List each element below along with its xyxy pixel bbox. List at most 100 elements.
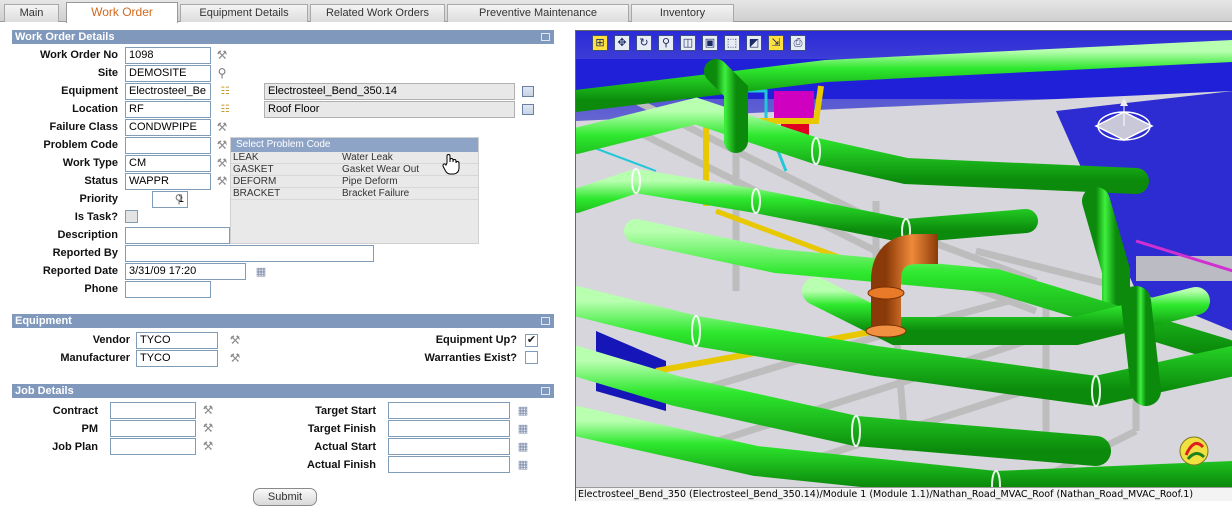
search-icon[interactable]: ⚲ <box>215 66 229 80</box>
view-cube-icon[interactable]: ◫ <box>680 35 696 51</box>
wrench-icon[interactable]: ⚒ <box>201 439 215 453</box>
tab-related-work-orders[interactable]: Related Work Orders <box>310 4 445 22</box>
calendar-icon[interactable]: ▦ <box>516 421 530 435</box>
warranties-exist-checkbox[interactable] <box>525 351 538 364</box>
problem-code-field[interactable] <box>125 137 211 154</box>
actual-start-label: Actual Start <box>314 441 376 453</box>
contract-label: Contract <box>52 405 98 417</box>
location-field[interactable]: RF <box>125 101 211 118</box>
dropdown-option[interactable]: DEFORM Pipe Deform <box>231 176 478 188</box>
print-icon[interactable]: ⎙ <box>790 35 806 51</box>
measure-icon[interactable]: ⇲ <box>768 35 784 51</box>
actual-finish-field[interactable] <box>388 456 510 473</box>
work-type-field[interactable]: CM <box>125 155 211 172</box>
actual-start-field[interactable] <box>388 438 510 455</box>
site-field[interactable]: DEMOSITE <box>125 65 211 82</box>
equipment-label: Equipment <box>61 85 118 97</box>
reported-date-label: Reported Date <box>42 265 118 277</box>
section-title: Equipment <box>15 315 72 327</box>
actual-finish-label: Actual Finish <box>306 459 376 471</box>
vendor-label: Vendor <box>92 334 130 346</box>
calendar-icon[interactable]: ▦ <box>516 457 530 471</box>
target-start-field[interactable] <box>388 402 510 419</box>
submit-button[interactable]: Submit <box>253 488 317 506</box>
is-task-checkbox[interactable] <box>125 210 138 223</box>
site-label: Site <box>97 67 118 79</box>
zoom-icon[interactable]: ⚲ <box>658 35 674 51</box>
hand-cursor-icon <box>442 154 460 175</box>
dropdown-option[interactable]: BRACKET Bracket Failure <box>231 188 478 200</box>
work-order-details-header: Work Order Details <box>12 30 554 44</box>
wrench-icon[interactable]: ⚒ <box>215 120 229 134</box>
equipment-section-header: Equipment <box>12 314 554 328</box>
location-label: Location <box>72 103 118 115</box>
target-finish-field[interactable] <box>388 420 510 437</box>
hierarchy-icon[interactable]: ☷ <box>218 102 232 116</box>
warranties-exist-label: Warranties Exist? <box>424 352 517 364</box>
manufacturer-field[interactable]: TYCO <box>136 350 218 367</box>
reported-by-field[interactable] <box>125 245 374 262</box>
wrench-icon[interactable]: ⚒ <box>215 138 229 152</box>
pm-field[interactable] <box>110 420 196 437</box>
viewer-status-bar: Electrosteel_Bend_350 (Electrosteel_Bend… <box>576 487 1232 501</box>
section-title: Job Details <box>15 385 74 397</box>
description-label: Description <box>57 229 118 241</box>
job-details-header: Job Details <box>12 384 554 398</box>
job-plan-label: Job Plan <box>52 441 98 453</box>
dropdown-title: Select Problem Code <box>231 138 478 152</box>
pan-icon[interactable]: ✥ <box>614 35 630 51</box>
search-icon[interactable]: ⚲ <box>172 192 186 206</box>
equipment-description-field: Electrosteel_Bend_350.14 <box>264 83 515 100</box>
wrench-icon[interactable]: ⚒ <box>215 174 229 188</box>
vendor-field[interactable]: TYCO <box>136 332 218 349</box>
equipment-up-checkbox[interactable]: ✔ <box>525 334 538 347</box>
status-field[interactable]: WAPPR <box>125 173 211 190</box>
hierarchy-icon[interactable]: ☷ <box>218 84 232 98</box>
tab-preventive-maintenance[interactable]: Preventive Maintenance <box>447 4 629 22</box>
phone-label: Phone <box>84 283 118 295</box>
contract-field[interactable] <box>110 402 196 419</box>
target-start-label: Target Start <box>315 405 376 417</box>
tab-main[interactable]: Main <box>4 4 59 22</box>
failure-class-label: Failure Class <box>49 121 118 133</box>
collapse-icon[interactable] <box>541 317 550 325</box>
section-icon[interactable]: ◩ <box>746 35 762 51</box>
location-description-field: Roof Floor <box>264 101 515 118</box>
wrench-icon[interactable]: ⚒ <box>215 48 229 62</box>
wrench-icon[interactable]: ⚒ <box>228 333 242 347</box>
wrench-icon[interactable]: ⚒ <box>201 403 215 417</box>
is-task-label: Is Task? <box>74 211 118 223</box>
work-order-no-field[interactable]: 1098 <box>125 47 211 64</box>
problem-code-label: Problem Code <box>43 139 118 151</box>
work-order-no-label: Work Order No <box>39 49 118 61</box>
tab-inventory[interactable]: Inventory <box>631 4 734 22</box>
collapse-icon[interactable] <box>541 33 550 41</box>
wrench-icon[interactable]: ⚒ <box>201 421 215 435</box>
3d-viewer[interactable]: ⊞ ✥ ↻ ⚲ ◫ ▣ ⬚ ◩ ⇲ ⎙ Electrosteel_Bend_35… <box>575 30 1232 501</box>
priority-label: Priority <box>79 193 118 205</box>
failure-class-field[interactable]: CONDWPIPE <box>125 119 211 136</box>
tab-work-order[interactable]: Work Order <box>66 2 178 23</box>
fit-all-icon[interactable]: ⊞ <box>592 35 608 51</box>
calendar-icon[interactable]: ▦ <box>516 439 530 453</box>
select-icon[interactable]: ⬚ <box>724 35 740 51</box>
collapse-icon[interactable] <box>541 387 550 395</box>
long-description-icon[interactable] <box>522 86 534 97</box>
calendar-icon[interactable]: ▦ <box>516 403 530 417</box>
wrench-icon[interactable]: ⚒ <box>215 156 229 170</box>
equipment-field[interactable]: Electrosteel_Be <box>125 83 211 100</box>
manufacturer-label: Manufacturer <box>60 352 130 364</box>
job-plan-field[interactable] <box>110 438 196 455</box>
reported-by-label: Reported By <box>52 247 118 259</box>
reported-date-field[interactable]: 3/31/09 17:20 <box>125 263 246 280</box>
long-description-icon[interactable] <box>522 104 534 115</box>
calendar-icon[interactable]: ▦ <box>254 264 268 278</box>
3d-piping-model[interactable] <box>576 31 1232 501</box>
phone-field[interactable] <box>125 281 211 298</box>
pm-label: PM <box>81 423 99 435</box>
tab-equipment-details[interactable]: Equipment Details <box>180 4 308 22</box>
rotate-icon[interactable]: ↻ <box>636 35 652 51</box>
wrench-icon[interactable]: ⚒ <box>228 351 242 365</box>
shading-icon[interactable]: ▣ <box>702 35 718 51</box>
description-field[interactable] <box>125 227 230 244</box>
